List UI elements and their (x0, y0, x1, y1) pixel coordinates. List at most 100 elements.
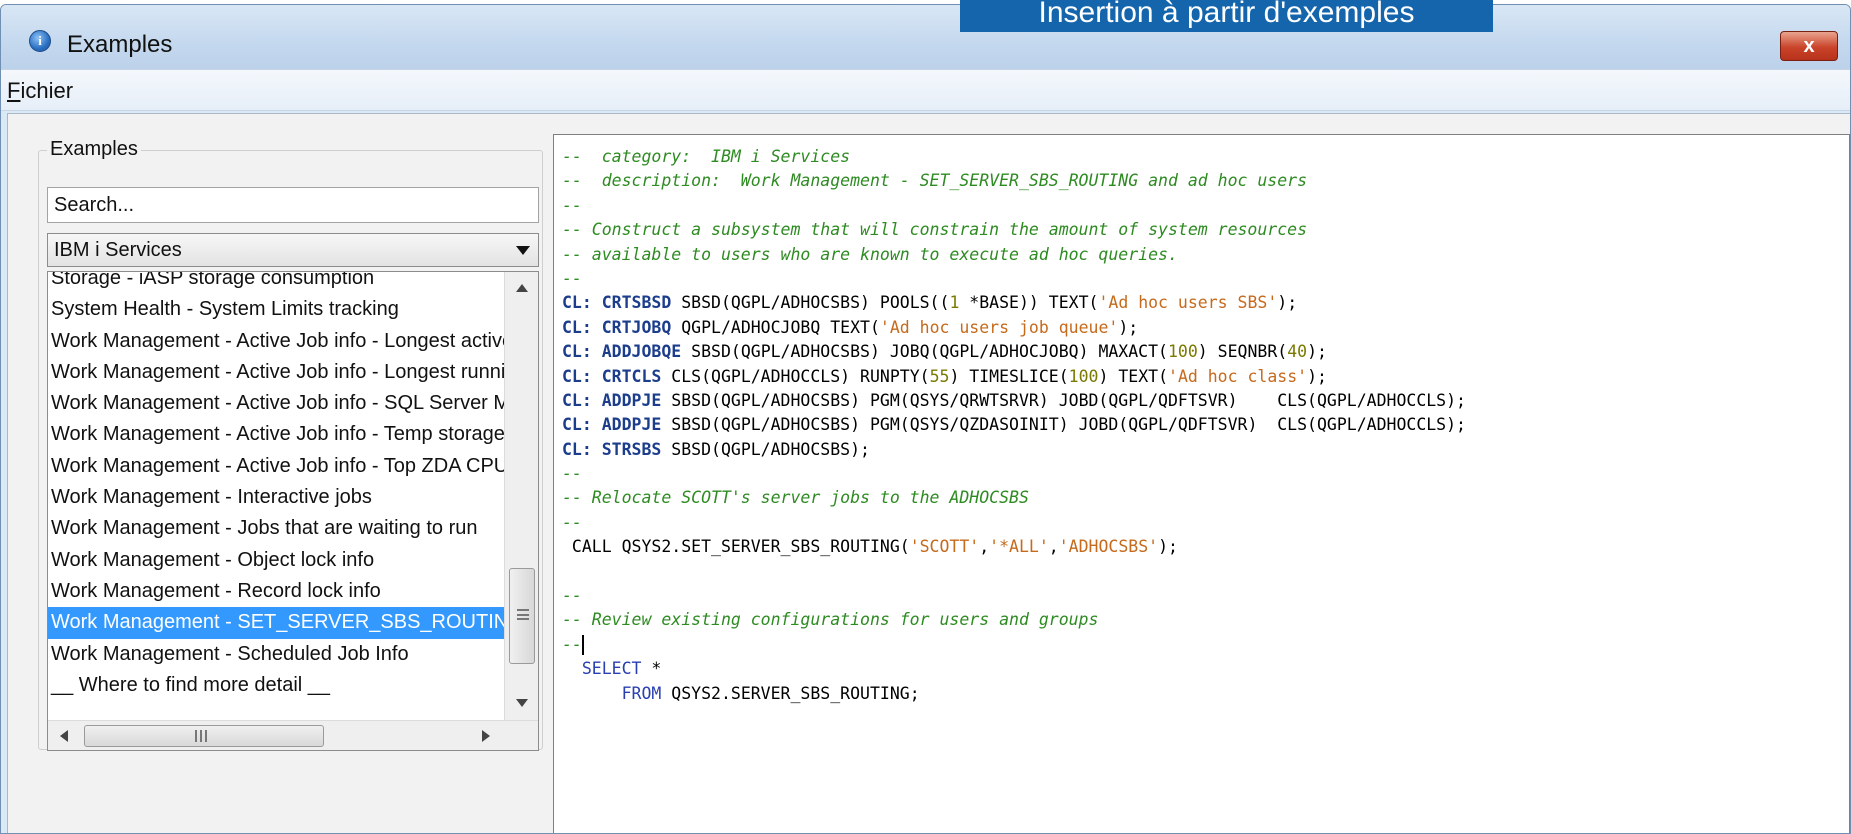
code-token: CL: CRTCLS (562, 366, 662, 386)
code-token: SBSD(QGPL/ADHOCSBS) PGM(QSYS/QZDASOINIT)… (661, 415, 1466, 435)
code-token: CL: CRTSBSD (562, 293, 672, 313)
category-dropdown[interactable]: IBM i Services (47, 233, 539, 267)
code-token: FROM (562, 683, 662, 703)
code-token: ) TIMESLICE( (949, 366, 1069, 386)
list-item[interactable]: Work Management - Interactive jobs (48, 482, 505, 513)
code-line: -- category: IBM i Services (562, 145, 1466, 169)
vertical-scroll-thumb[interactable] (509, 568, 535, 664)
code-line: CL: ADDJOBQE SBSD(QGPL/ADHOCSBS) JOBQ(QG… (562, 340, 1466, 364)
examples-group-label: Examples (47, 138, 141, 161)
code-token: ) TEXT( (1098, 366, 1169, 386)
code-token: ); (1307, 366, 1327, 386)
code-token: -- (562, 634, 582, 654)
code-token: 'SCOTT' (909, 537, 980, 557)
code-token: -- Construct a subsystem that will const… (562, 220, 1308, 240)
code-token: -- Review existing configurations for us… (562, 610, 1099, 630)
text-cursor (581, 635, 584, 656)
code-token: CL: ADDPJE (562, 415, 662, 435)
code-line: CL: ADDPJE SBSD(QGPL/ADHOCSBS) PGM(QSYS/… (562, 389, 1466, 413)
examples-list[interactable]: Storage - iASP storage consumption System… (47, 271, 539, 751)
title-bar: i Examples x (1, 5, 1850, 69)
category-selected-value: IBM i Services (54, 239, 182, 261)
code-token: SBSD(QGPL/ADHOCSBS); (661, 439, 870, 459)
code-token: 40 (1287, 342, 1308, 362)
code-line: -- (562, 462, 1466, 486)
code-line: -- (562, 584, 1466, 608)
code-line: -- (562, 194, 1466, 218)
list-item[interactable]: Work Management - Active Job info - SQL … (48, 388, 505, 419)
code-line: -- Review existing configurations for us… (562, 608, 1466, 632)
client-area: IBM i Services Storage - iASP storage co… (7, 113, 1850, 833)
code-token: CL: STRSBS (562, 439, 662, 459)
list-item[interactable]: Work Management - Active Job info - Long… (48, 357, 505, 388)
menu-file[interactable]: Fichier (7, 78, 73, 104)
code-token: -- category: IBM i Services (562, 147, 851, 166)
grip-icon (517, 609, 529, 620)
code-token: 'Ad hoc users job queue' (879, 317, 1119, 337)
list-item[interactable]: Work Management - Object lock info (48, 545, 505, 576)
scroll-right-arrow-icon[interactable] (482, 730, 490, 742)
list-item[interactable]: Work Management - Jobs that are waiting … (48, 513, 505, 544)
code-token: 100 (1167, 342, 1198, 362)
code-token: , (1048, 537, 1059, 557)
list-item[interactable]: Work Management - Scheduled Job Info (48, 639, 505, 670)
list-item-selected[interactable]: Work Management - SET_SERVER_SBS_ROUTING… (48, 607, 505, 639)
list-item[interactable]: Work Management - Record lock info (48, 576, 505, 607)
code-line: SELECT * (562, 657, 1466, 681)
scroll-up-arrow-icon[interactable] (516, 284, 528, 292)
slide-banner: Insertion à partir d'exemples (960, 0, 1493, 32)
code-line: -- (562, 633, 1466, 657)
search-input[interactable] (47, 187, 539, 223)
code-token: ); (1158, 537, 1178, 557)
code-token: -- (562, 512, 582, 532)
menu-file-mnemonic: F (7, 78, 21, 103)
code-token: SBSD(QGPL/ADHOCSBS) POOLS(( (671, 293, 950, 313)
code-line: CALL QSYS2.SET_SERVER_SBS_ROUTING('SCOTT… (562, 535, 1466, 559)
code-token: -- (562, 464, 582, 484)
code-line: -- Relocate SCOTT's server jobs to the A… (562, 486, 1466, 510)
code-lines: -- category: IBM i Services -- descriptio… (562, 145, 1466, 706)
code-token: -- (562, 268, 582, 288)
code-token: SBSD(QGPL/ADHOCSBS) PGM(QSYS/QRWTSRVR) J… (661, 390, 1466, 410)
code-token: CLS(QGPL/ADHOCCLS) RUNPTY( (661, 366, 930, 386)
code-editor[interactable]: -- category: IBM i Services -- descriptio… (553, 134, 1850, 833)
horizontal-scroll-thumb[interactable] (84, 725, 324, 747)
horizontal-scrollbar[interactable] (48, 720, 538, 750)
code-token: ); (1307, 342, 1327, 362)
list-item[interactable]: Work Management - Active Job info - Long… (48, 326, 505, 357)
code-token: -- description: Work Management - SET_SE… (562, 171, 1308, 191)
code-line: FROM QSYS2.SERVER_SBS_ROUTING; (562, 682, 1466, 706)
list-item[interactable]: Work Management - Active Job info - Top … (48, 451, 505, 482)
list-item[interactable]: Work Management - Active Job info - Temp… (48, 419, 505, 450)
code-token: 1 (949, 293, 960, 313)
close-button[interactable]: x (1780, 31, 1838, 61)
code-token: '*ALL' (989, 537, 1049, 557)
code-token: -- (562, 195, 582, 215)
code-line: -- Construct a subsystem that will const… (562, 218, 1466, 242)
vertical-scrollbar[interactable] (504, 272, 538, 721)
code-line: CL: ADDPJE SBSD(QGPL/ADHOCSBS) PGM(QSYS/… (562, 413, 1466, 437)
code-token: 55 (929, 366, 950, 386)
list-item[interactable]: __ Where to find more detail __ (48, 670, 505, 701)
window-title: Examples (67, 31, 173, 58)
list-item[interactable]: Storage - iASP storage consumption (48, 272, 505, 294)
code-line: CL: CRTJOBQ QGPL/ADHOCJOBQ TEXT('Ad hoc … (562, 316, 1466, 340)
scroll-down-arrow-icon[interactable] (516, 699, 528, 707)
code-token: QGPL/ADHOCJOBQ TEXT( (671, 317, 880, 337)
list-item[interactable]: System Health - System Limits tracking (48, 294, 505, 325)
code-line: -- (562, 267, 1466, 291)
code-token: -- available to users who are known to e… (562, 244, 1178, 264)
code-token: SELECT (562, 659, 642, 679)
scroll-left-arrow-icon[interactable] (60, 730, 68, 742)
code-line: CL: STRSBS SBSD(QGPL/ADHOCSBS); (562, 438, 1466, 462)
code-line: -- (562, 511, 1466, 535)
app-info-icon: i (29, 30, 51, 52)
menu-bar: Fichier (1, 69, 1850, 111)
code-token: ) SEQNBR( (1197, 342, 1288, 362)
code-token: -- (562, 586, 582, 606)
code-token: 'Ad hoc class' (1168, 366, 1308, 386)
code-token: * (641, 659, 662, 679)
code-token: CL: CRTJOBQ (562, 317, 672, 337)
dropdown-arrow-icon[interactable] (516, 246, 530, 255)
